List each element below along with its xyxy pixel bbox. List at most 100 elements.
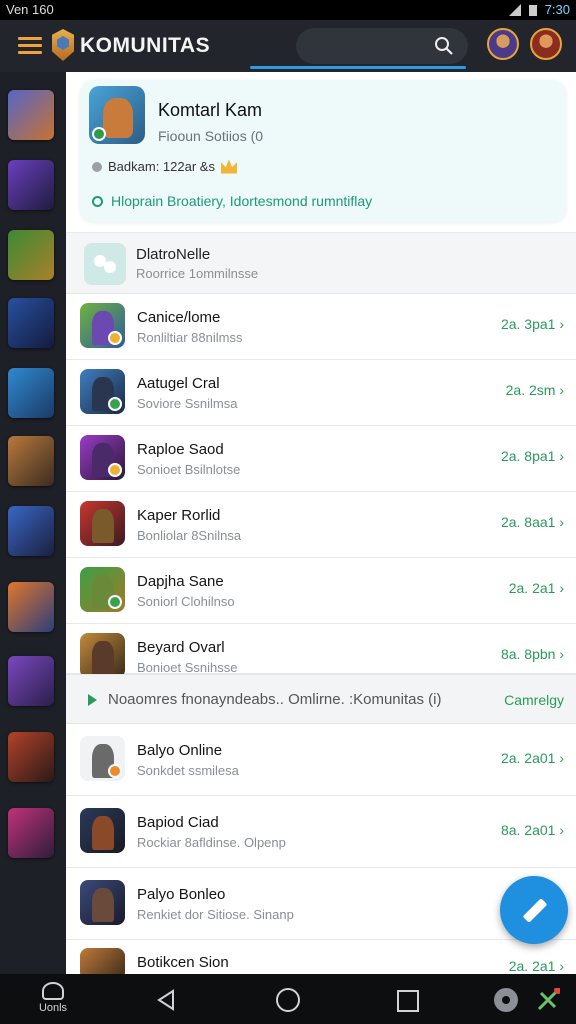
chat-preview: Bonioet Ssnihsse	[137, 660, 238, 675]
status-dot-icon	[92, 161, 102, 172]
status-icons: 7:30	[508, 2, 570, 17]
nav-home-label: Uonls	[38, 1002, 68, 1014]
tools-icon[interactable]	[536, 988, 560, 1012]
signal-icon	[508, 3, 521, 16]
chat-avatar	[80, 948, 125, 974]
chat-row[interactable]: Botikcen Sion 2a. 2a1 ›	[66, 940, 576, 974]
recents-icon[interactable]	[397, 990, 419, 1012]
chat-preview: Bonliolar 8Snilnsa	[137, 528, 242, 543]
gear-icon[interactable]	[494, 988, 518, 1012]
chat-row[interactable]: Balyo Online Sonkdet ssmilesa 2a. 2a01 ›	[66, 724, 576, 796]
compose-button[interactable]	[500, 876, 568, 944]
community-icon[interactable]	[8, 732, 54, 782]
chat-avatar	[80, 567, 125, 612]
chat-avatar	[80, 303, 125, 348]
chat-time: 2a. 3pa1 ›	[500, 316, 564, 332]
community-link-text: Hloprain Broatiery, Idortesmond rumntifl…	[111, 193, 373, 209]
section-title: DlatroNelle	[136, 246, 211, 263]
chat-time: 2a. 2a01 ›	[500, 750, 564, 766]
chat-avatar	[80, 808, 125, 853]
app-logo-icon	[52, 29, 74, 61]
community-icon[interactable]	[8, 90, 54, 140]
app-bar: KOMUNITAS	[0, 20, 576, 72]
community-link[interactable]: Hloprain Broatiery, Idortesmond rumntifl…	[92, 193, 372, 209]
info-banner: Noaomres fnonayndeabs.. Omlirne. :Komuni…	[66, 674, 576, 724]
chat-name: Dapjha Sane	[137, 573, 224, 590]
chat-row[interactable]: Raploe Saod Sonioet Bsilnlotse 2a. 8pa1 …	[66, 426, 576, 492]
community-icon[interactable]	[8, 230, 54, 280]
chat-preview: Sonkdet ssmilesa	[137, 763, 239, 778]
clock: 7:30	[544, 2, 570, 17]
community-icon[interactable]	[8, 160, 54, 210]
chat-time: 2a. 8pa1 ›	[500, 448, 564, 464]
community-title: Komtarl Kam	[158, 100, 263, 120]
app-title: KOMUNITAS	[80, 34, 211, 57]
menu-icon[interactable]	[18, 37, 42, 55]
nav-home-button[interactable]: Uonls	[30, 982, 76, 1020]
search-icon[interactable]	[434, 36, 454, 56]
community-icon[interactable]	[8, 506, 54, 556]
chat-avatar	[80, 369, 125, 414]
chat-row[interactable]: Kaper Rorlid Bonliolar 8Snilnsa 2a. 8aa1…	[66, 492, 576, 558]
section-header[interactable]: DlatroNelle Roorrice 1ommilnsse	[66, 232, 576, 294]
community-rail	[0, 72, 66, 974]
chat-list-panel: Komtarl Kam Fiooun Sotiios (0 Badkam: 12…	[66, 72, 576, 974]
status-bar: Ven 160 7:30	[0, 0, 576, 20]
community-icon[interactable]	[8, 582, 54, 632]
chat-time: 2a. 2a1 ›	[508, 580, 564, 596]
carrier-label: Ven 160	[6, 2, 54, 17]
community-icon[interactable]	[8, 436, 54, 486]
home-circle-icon[interactable]	[276, 988, 300, 1012]
chat-name: Raploe Saod	[137, 441, 224, 458]
group-icon	[84, 243, 126, 285]
chat-preview: Soniorl Clohilnso	[137, 594, 235, 609]
chat-preview: Soviore Ssnilmsa	[137, 396, 238, 411]
chat-time: 8a. 2a01 ›	[500, 822, 564, 838]
search-input[interactable]	[308, 35, 428, 57]
community-icon[interactable]	[8, 808, 54, 858]
community-subtitle: Fiooun Sotiios (0	[158, 128, 264, 144]
chat-row[interactable]: Dapjha Sane Soniorl Clohilnso 2a. 2a1 ›	[66, 558, 576, 624]
chat-row[interactable]: Canice/lome Ronliltiar 88nilmss 2a. 3pa1…	[66, 294, 576, 360]
search-box[interactable]	[296, 28, 468, 64]
search-focus-underline	[250, 66, 466, 69]
chat-name: Bapiod Ciad	[137, 814, 219, 831]
chat-avatar	[80, 880, 125, 925]
chat-row[interactable]: Aatugel Cral Soviore Ssnilmsa 2a. 2sm ›	[66, 360, 576, 426]
community-card[interactable]: Komtarl Kam Fiooun Sotiios (0 Badkam: 12…	[80, 80, 566, 222]
chat-time: 2a. 2a1 ›	[508, 958, 564, 974]
online-badge-icon	[92, 127, 106, 141]
chat-preview: Rockiar 8afldinse. Olpenp	[137, 835, 286, 850]
pencil-icon	[522, 898, 548, 923]
community-avatar	[89, 86, 145, 144]
back-icon[interactable]	[154, 988, 178, 1012]
chat-row[interactable]: Beyard Ovarl Bonioet Ssnihsse 8a. 8pbn ›	[66, 624, 576, 678]
chat-name: Canice/lome	[137, 309, 221, 326]
avatar[interactable]	[487, 28, 519, 60]
banner-text: Noaomres fnonayndeabs.. Omlirne. :Komuni…	[108, 691, 442, 708]
battery-icon	[528, 4, 537, 16]
chat-time: 8a. 8pbn ›	[500, 646, 564, 662]
community-icon[interactable]	[8, 298, 54, 348]
chat-name: Kaper Rorlid	[137, 507, 221, 524]
banner-link[interactable]: Camrelgy	[504, 692, 564, 708]
chat-preview: Sonioet Bsilnlotse	[137, 462, 241, 477]
community-icon[interactable]	[8, 656, 54, 706]
play-icon	[88, 694, 97, 706]
home-icon	[42, 982, 64, 1000]
community-meta: Badkam: 122ar &s	[92, 159, 237, 174]
chat-preview: Renkiet dor Sitiose. Sinanp	[137, 907, 294, 922]
chat-avatar	[80, 633, 125, 678]
chat-avatar	[80, 736, 125, 781]
chat-time: 2a. 8aa1 ›	[500, 514, 564, 530]
chat-name: Palyo Bonleo	[137, 886, 226, 903]
chat-avatar	[80, 501, 125, 546]
chat-name: Beyard Ovarl	[137, 639, 225, 656]
chat-avatar	[80, 435, 125, 480]
section-subtitle: Roorrice 1ommilnsse	[136, 266, 259, 281]
chat-row[interactable]: Bapiod Ciad Rockiar 8afldinse. Olpenp 8a…	[66, 796, 576, 868]
community-icon[interactable]	[8, 368, 54, 418]
chat-bubble-icon	[92, 195, 103, 207]
system-nav-bar: Uonls	[0, 974, 576, 1024]
profile-avatar[interactable]	[530, 28, 562, 60]
